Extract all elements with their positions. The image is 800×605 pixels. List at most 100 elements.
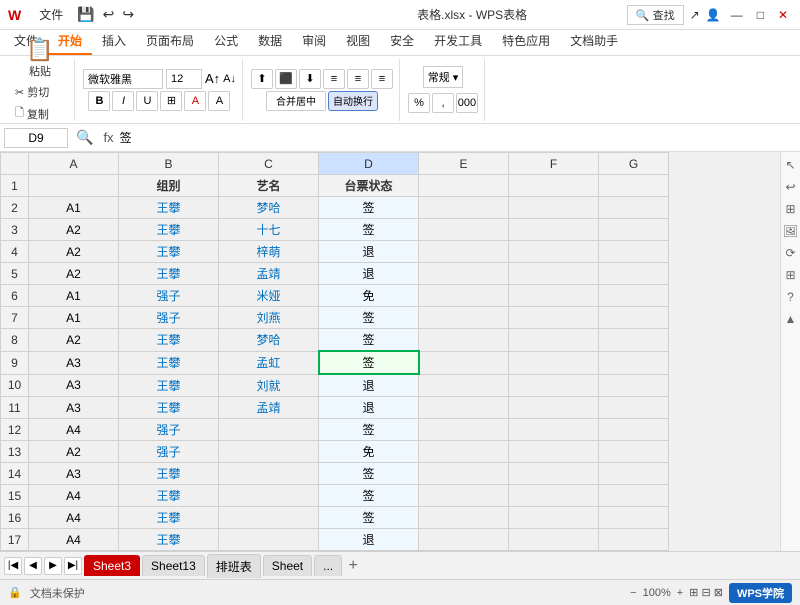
cell-a10[interactable]: A3 (29, 374, 119, 397)
align-right-button[interactable]: ≡ (371, 69, 393, 89)
cell-b5[interactable]: 王攀 (119, 263, 219, 285)
cell-g4[interactable] (599, 241, 669, 263)
zoom-in-icon[interactable]: + (677, 587, 683, 599)
row-header[interactable]: 16 (1, 507, 29, 529)
cell-b11[interactable]: 王攀 (119, 397, 219, 419)
cell-c7[interactable]: 刘燕 (219, 307, 319, 329)
cell-g9[interactable] (599, 351, 669, 374)
cell-c5[interactable]: 孟靖 (219, 263, 319, 285)
cell-reference-input[interactable] (4, 128, 68, 148)
cell-d5[interactable]: 退 (319, 263, 419, 285)
cell-b6[interactable]: 强子 (119, 285, 219, 307)
col-header-b[interactable]: B (119, 153, 219, 175)
cell-b16[interactable]: 王攀 (119, 507, 219, 529)
zoom-out-icon[interactable]: − (630, 587, 636, 599)
cell-e6[interactable] (419, 285, 509, 307)
user-icon[interactable]: 👤 (706, 8, 721, 22)
cell-f1[interactable] (509, 175, 599, 197)
cell-c3[interactable]: 十七 (219, 219, 319, 241)
cell-b2[interactable]: 王攀 (119, 197, 219, 219)
redo-icon[interactable]: ↪ (122, 6, 134, 23)
cell-g5[interactable] (599, 263, 669, 285)
file-menu[interactable]: 文件 (33, 4, 69, 25)
cell-e4[interactable] (419, 241, 509, 263)
cell-c14[interactable] (219, 463, 319, 485)
auto-wrap-button[interactable]: 自动换行 (328, 91, 378, 111)
cell-d7[interactable]: 签 (319, 307, 419, 329)
cell-f5[interactable] (509, 263, 599, 285)
cell-f9[interactable] (509, 351, 599, 374)
align-bottom-button[interactable]: ⬇ (299, 69, 321, 89)
font-size-input[interactable] (166, 69, 202, 89)
cell-d12[interactable]: 签 (319, 419, 419, 441)
tab-view[interactable]: 视图 (336, 28, 380, 55)
cell-b17[interactable]: 王攀 (119, 529, 219, 551)
tab-security[interactable]: 安全 (380, 28, 424, 55)
sidebar-grid-icon[interactable]: ⊞ (782, 266, 800, 284)
tab-special-app[interactable]: 特色应用 (492, 28, 560, 55)
align-center-button[interactable]: ≡ (347, 69, 369, 89)
sidebar-image-icon[interactable]: 🖼 (782, 222, 800, 240)
cell-e2[interactable] (419, 197, 509, 219)
cell-g8[interactable] (599, 329, 669, 352)
sheet-tab-schedule[interactable]: 排班表 (207, 554, 261, 578)
comma-button[interactable]: , (432, 93, 454, 113)
cell-a7[interactable]: A1 (29, 307, 119, 329)
cell-c13[interactable] (219, 441, 319, 463)
align-middle-button[interactable]: ⬛ (275, 69, 297, 89)
cell-g10[interactable] (599, 374, 669, 397)
cell-c11[interactable]: 孟靖 (219, 397, 319, 419)
sheet-tab-more[interactable]: ... (314, 555, 342, 576)
share-icon[interactable]: ↗ (690, 8, 700, 22)
cell-c6[interactable]: 米娅 (219, 285, 319, 307)
tab-doc-helper[interactable]: 文档助手 (560, 28, 628, 55)
cell-e16[interactable] (419, 507, 509, 529)
cell-d17[interactable]: 退 (319, 529, 419, 551)
cell-e15[interactable] (419, 485, 509, 507)
cell-f4[interactable] (509, 241, 599, 263)
cell-c2[interactable]: 梦哈 (219, 197, 319, 219)
undo-icon[interactable]: ↩ (103, 6, 115, 23)
cell-a6[interactable]: A1 (29, 285, 119, 307)
row-header[interactable]: 2 (1, 197, 29, 219)
maximize-btn[interactable]: □ (753, 8, 768, 22)
cell-g15[interactable] (599, 485, 669, 507)
row-header[interactable]: 13 (1, 441, 29, 463)
cell-f6[interactable] (509, 285, 599, 307)
row-header[interactable]: 7 (1, 307, 29, 329)
row-header[interactable]: 12 (1, 419, 29, 441)
cell-a5[interactable]: A2 (29, 263, 119, 285)
cell-e8[interactable] (419, 329, 509, 352)
search-box[interactable]: 🔍 查找 (627, 5, 684, 25)
cell-b7[interactable]: 强子 (119, 307, 219, 329)
cell-b9[interactable]: 王攀 (119, 351, 219, 374)
cell-g14[interactable] (599, 463, 669, 485)
cell-c8[interactable]: 梦哈 (219, 329, 319, 352)
sidebar-cursor-icon[interactable]: ↖ (782, 156, 800, 174)
font-name-input[interactable] (83, 69, 163, 89)
cell-e12[interactable] (419, 419, 509, 441)
row-header[interactable]: 3 (1, 219, 29, 241)
cell-d3[interactable]: 签 (319, 219, 419, 241)
cell-d10[interactable]: 退 (319, 374, 419, 397)
cell-f7[interactable] (509, 307, 599, 329)
col-header-d[interactable]: D (319, 153, 419, 175)
cell-a14[interactable]: A3 (29, 463, 119, 485)
cell-b15[interactable]: 王攀 (119, 485, 219, 507)
cell-b1[interactable]: 组别 (119, 175, 219, 197)
save-icon[interactable]: 💾 (77, 6, 94, 23)
cell-e5[interactable] (419, 263, 509, 285)
cell-g13[interactable] (599, 441, 669, 463)
thousands-button[interactable]: 000 (456, 93, 478, 113)
tab-formula[interactable]: 公式 (204, 28, 248, 55)
col-header-g[interactable]: G (599, 153, 669, 175)
cell-g16[interactable] (599, 507, 669, 529)
cell-c16[interactable] (219, 507, 319, 529)
cell-d16[interactable]: 签 (319, 507, 419, 529)
cell-e9[interactable] (419, 351, 509, 374)
row-header[interactable]: 4 (1, 241, 29, 263)
row-header[interactable]: 10 (1, 374, 29, 397)
sheet-tab-sheet3[interactable]: Sheet3 (84, 555, 140, 576)
sidebar-up-icon[interactable]: ▲ (782, 310, 800, 328)
cell-a13[interactable]: A2 (29, 441, 119, 463)
